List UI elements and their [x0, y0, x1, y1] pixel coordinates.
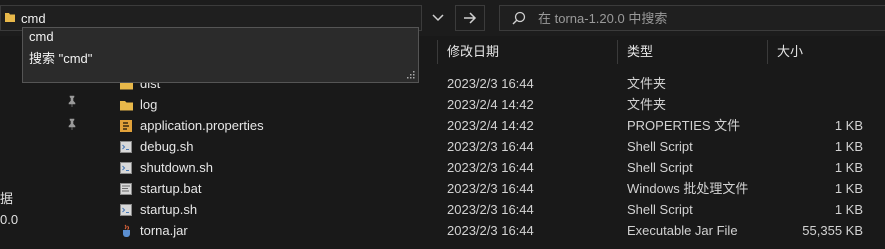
file-row[interactable]: application.properties 2023/2/4 14:42 PROP…: [100, 115, 885, 136]
file-size: 1 KB: [834, 160, 863, 175]
file-type: Windows 批处理文件: [627, 181, 749, 196]
file-size: 1 KB: [834, 202, 863, 217]
column-date-modified[interactable]: 修改日期: [447, 36, 499, 68]
file-date-modified: 2023/2/3 16:44: [447, 76, 534, 91]
file-row[interactable]: torna.jar 2023/2/3 16:44 Executable Jar Fi…: [100, 220, 885, 241]
file-date-modified: 2023/2/4 14:42: [447, 97, 534, 112]
jar-file-icon: [123, 224, 130, 237]
address-history-button[interactable]: [424, 5, 452, 31]
suggestion-item[interactable]: 搜索 "cmd": [29, 48, 92, 67]
file-date-modified: 2023/2/3 16:44: [447, 181, 534, 196]
folder-icon: [120, 101, 133, 111]
file-name: shutdown.sh: [140, 160, 213, 175]
go-button[interactable]: [455, 5, 485, 31]
file-type: 文件夹: [627, 76, 667, 91]
file-type: 文件夹: [627, 97, 667, 112]
column-size[interactable]: 大小: [777, 36, 803, 68]
file-row[interactable]: log 2023/2/4 14:42 文件夹: [100, 94, 885, 115]
chevron-down-icon: [432, 14, 444, 22]
arrow-right-icon: [464, 12, 477, 24]
script-file-icon: [120, 141, 132, 153]
folder-icon: [5, 13, 15, 22]
search-input[interactable]: [538, 9, 858, 27]
nav-item-label[interactable]: 0.0: [0, 212, 18, 227]
file-row[interactable]: shutdown.sh 2023/2/3 16:44 Shell Script 1 K…: [100, 157, 885, 178]
script-file-icon: [120, 162, 132, 174]
pin-icon[interactable]: [66, 95, 78, 107]
column-divider[interactable]: [617, 40, 618, 64]
file-size: 1 KB: [834, 118, 863, 133]
column-divider[interactable]: [437, 40, 438, 64]
file-row[interactable]: startup.sh 2023/2/3 16:44 Shell Script 1 KB: [100, 199, 885, 220]
file-name: startup.sh: [140, 202, 198, 217]
file-date-modified: 2023/2/3 16:44: [447, 139, 534, 154]
properties-file-icon: [120, 120, 132, 132]
file-type: Shell Script: [627, 202, 693, 217]
column-type[interactable]: 类型: [627, 36, 653, 68]
file-date-modified: 2023/2/3 16:44: [447, 202, 534, 217]
script-file-icon: [120, 204, 132, 216]
file-date-modified: 2023/2/3 16:44: [447, 160, 534, 175]
file-date-modified: 2023/2/4 14:42: [447, 118, 534, 133]
nav-item-label[interactable]: 据: [0, 188, 13, 207]
file-row[interactable]: startup.bat 2023/2/3 16:44 Windows 批处理文件 1 …: [100, 178, 885, 199]
batch-file-icon: [120, 183, 132, 195]
file-size: 1 KB: [834, 181, 863, 196]
file-name: debug.sh: [140, 139, 194, 154]
file-name: torna.jar: [140, 223, 188, 238]
file-size: 55,355 KB: [802, 223, 863, 238]
file-name: application.properties: [140, 118, 264, 133]
file-name: log: [140, 97, 158, 112]
column-divider[interactable]: [767, 40, 768, 64]
address-input[interactable]: [21, 9, 401, 27]
search-box[interactable]: [499, 5, 885, 31]
pin-icon[interactable]: [66, 118, 78, 130]
file-type: Shell Script: [627, 139, 693, 154]
file-size: 1 KB: [834, 139, 863, 154]
suggestion-item[interactable]: cmd: [29, 29, 54, 44]
file-date-modified: 2023/2/3 16:44: [447, 223, 534, 238]
file-type: Shell Script: [627, 160, 693, 175]
file-type: Executable Jar File: [627, 223, 738, 238]
resize-grip-icon[interactable]: [407, 71, 415, 79]
address-suggestions-dropdown: cmd 搜索 "cmd": [22, 27, 419, 83]
file-type: PROPERTIES 文件: [627, 118, 741, 133]
search-icon: [512, 11, 526, 25]
file-name: startup.bat: [140, 181, 202, 196]
file-row[interactable]: debug.sh 2023/2/3 16:44 Shell Script 1 KB: [100, 136, 885, 157]
